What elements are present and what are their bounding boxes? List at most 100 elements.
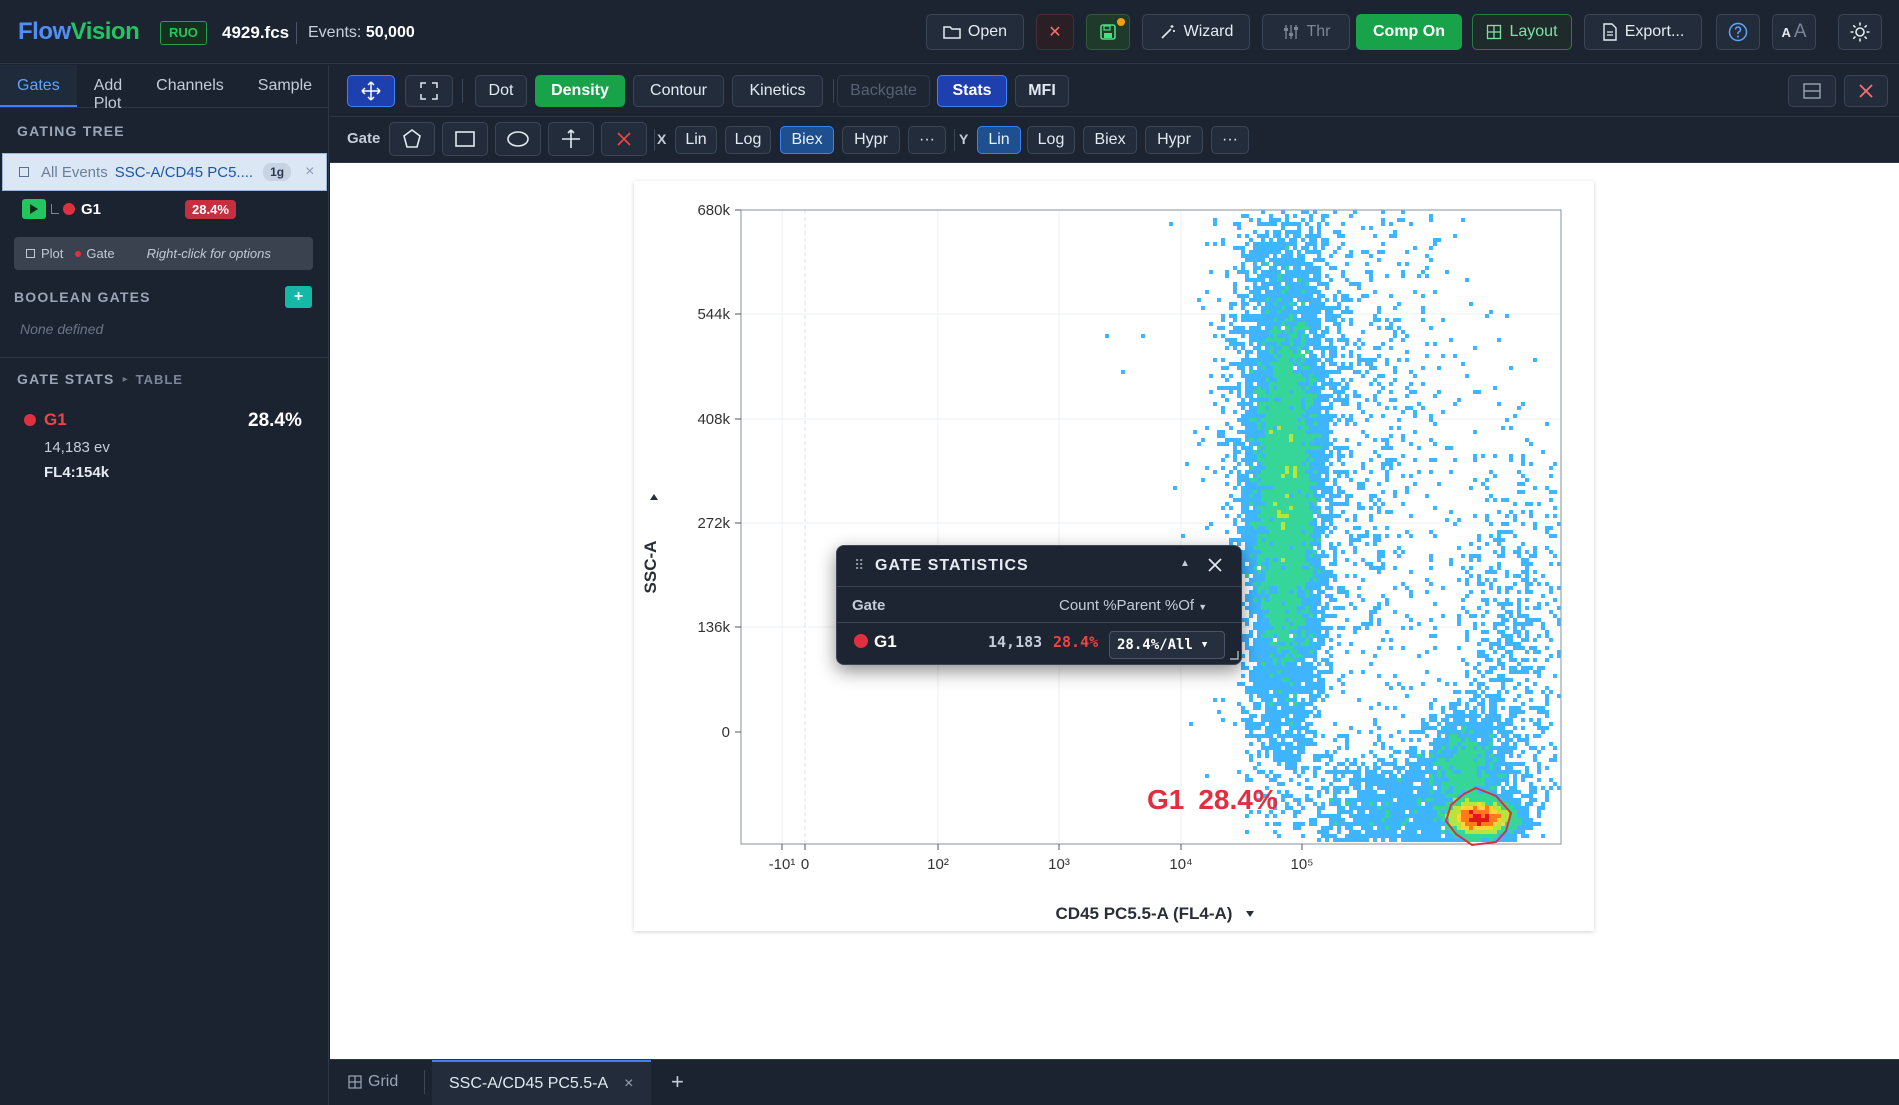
density-cell [1253, 378, 1257, 382]
density-cell [1285, 758, 1289, 762]
backgate-button[interactable]: Backgate [837, 75, 930, 107]
density-cell [1273, 454, 1277, 458]
kinetics-button[interactable]: Kinetics [732, 75, 823, 107]
density-cell [1245, 310, 1249, 314]
density-cell [1301, 334, 1305, 338]
x-scale-lin[interactable]: Lin [675, 126, 717, 154]
y-scale-hypr[interactable]: Hypr [1145, 126, 1203, 154]
density-cell [1269, 558, 1273, 562]
quadrant-gate-tool[interactable] [548, 122, 594, 156]
play-icon[interactable] [22, 199, 46, 219]
density-cell [1293, 682, 1297, 686]
delete-gate-button[interactable] [601, 122, 647, 156]
ellipse-gate-tool[interactable] [495, 122, 541, 156]
x-scale-log[interactable]: Log [725, 126, 771, 154]
density-cell [1441, 718, 1445, 722]
pan-tool-button[interactable] [347, 75, 395, 107]
density-cell [1329, 562, 1333, 566]
density-cell [1505, 602, 1509, 606]
density-cell [1473, 742, 1477, 746]
compensation-toggle[interactable]: Comp On [1356, 14, 1462, 50]
density-cell [1353, 786, 1357, 790]
x-scale-more[interactable]: ··· [908, 126, 946, 154]
tab-gates[interactable]: Gates [0, 65, 77, 107]
density-cell [1313, 586, 1317, 590]
fullscreen-button[interactable] [405, 75, 453, 107]
split-view-button[interactable] [1788, 75, 1836, 107]
density-cell [1409, 382, 1413, 386]
mfi-button[interactable]: MFI [1015, 75, 1069, 107]
add-boolean-gate-button[interactable]: + [285, 286, 312, 308]
density-cell [1501, 734, 1505, 738]
density-cell [1453, 746, 1457, 750]
threshold-button[interactable]: Thr [1262, 14, 1350, 50]
density-cell [1369, 610, 1373, 614]
dot-plot-button[interactable]: Dot [475, 75, 527, 107]
unsaved-indicator [1117, 18, 1125, 26]
density-cell [1457, 746, 1461, 750]
tab-add-plot[interactable]: Add Plot [77, 65, 139, 112]
density-cell [1349, 414, 1353, 418]
stats-toggle-button[interactable]: Stats [937, 75, 1007, 107]
density-cell [1273, 702, 1277, 706]
x-scale-biex[interactable]: Biex [780, 126, 834, 154]
y-scale-lin[interactable]: Lin [977, 126, 1021, 154]
theme-toggle[interactable] [1838, 14, 1882, 50]
density-plot-button[interactable]: Density [535, 75, 625, 107]
density-cell [1321, 634, 1325, 638]
density-cell [1349, 538, 1353, 542]
tree-node-all-events[interactable]: All Events SSC-A/CD45 PC5.... 1g × [2, 153, 327, 191]
export-button[interactable]: Export... [1584, 14, 1702, 50]
density-cell [1393, 406, 1397, 410]
save-button[interactable] [1086, 14, 1130, 50]
density-cell [1349, 810, 1353, 814]
close-file-button[interactable]: ✕ [1036, 14, 1074, 50]
contour-plot-button[interactable]: Contour [633, 75, 724, 107]
y-scale-biex[interactable]: Biex [1083, 126, 1137, 154]
density-cell [1497, 774, 1501, 778]
y-scale-log[interactable]: Log [1027, 126, 1075, 154]
density-cell [1253, 422, 1257, 426]
density-cell [1345, 810, 1349, 814]
layout-button[interactable]: Layout [1472, 14, 1572, 50]
density-cell [1317, 370, 1321, 374]
density-cell [1313, 486, 1317, 490]
tab-channels[interactable]: Channels [139, 65, 241, 107]
density-cell [1417, 822, 1421, 826]
density-cell [1449, 738, 1453, 742]
density-cell [1253, 346, 1257, 350]
density-cell [1493, 786, 1497, 790]
close-plot-button[interactable] [1844, 75, 1888, 107]
density-cell [1461, 782, 1465, 786]
density-cell [1305, 670, 1309, 674]
y-scale-more[interactable]: ··· [1211, 126, 1249, 154]
tree-node-g1[interactable]: G1 28.4% [22, 199, 236, 219]
density-cell [1525, 478, 1529, 482]
open-button[interactable]: Open [926, 14, 1024, 50]
density-cell [1501, 654, 1505, 658]
polygon-gate-tool[interactable] [389, 122, 435, 156]
density-cell [1289, 722, 1293, 726]
density-cell [1317, 506, 1321, 510]
density-cell [1297, 626, 1301, 630]
remove-node-icon[interactable]: × [305, 163, 314, 181]
density-cell [1309, 366, 1313, 370]
tab-sample[interactable]: Sample [241, 65, 329, 107]
density-cell [1289, 274, 1293, 278]
density-cell [1321, 406, 1325, 410]
density-cell [1541, 726, 1545, 730]
x-scale-hypr[interactable]: Hypr [842, 126, 900, 154]
help-button[interactable] [1716, 14, 1760, 50]
density-cell [1285, 394, 1289, 398]
font-size-button[interactable]: AA [1772, 14, 1816, 50]
density-cell [1321, 826, 1325, 830]
rectangle-gate-tool[interactable] [442, 122, 488, 156]
density-cell [1429, 774, 1433, 778]
density-cell [1533, 734, 1537, 738]
density-cell [1265, 330, 1269, 334]
density-cell [1281, 570, 1285, 574]
wizard-button[interactable]: Wizard [1142, 14, 1250, 50]
stats-table-link[interactable]: TABLE [136, 372, 183, 387]
events-count: Events: 50,000 [308, 24, 415, 41]
density-cell [1237, 270, 1241, 274]
